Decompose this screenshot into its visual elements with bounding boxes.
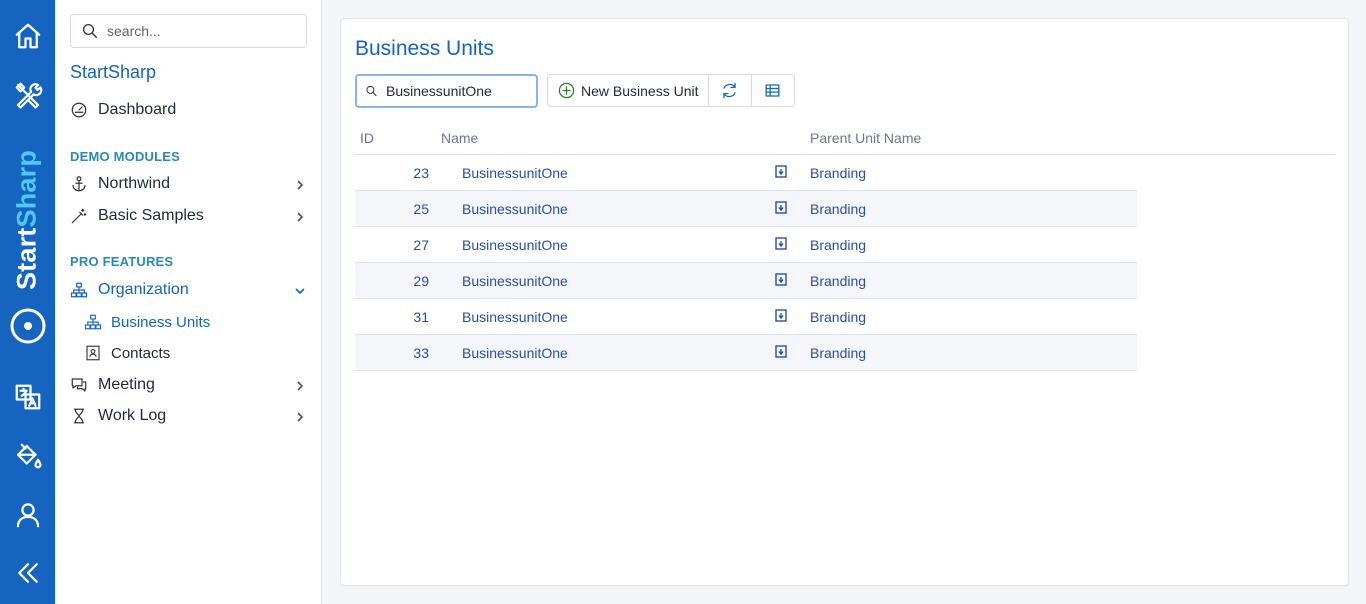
new-business-unit-button[interactable]: New Business Unit xyxy=(548,75,709,106)
sidebar-item-label: Organization xyxy=(98,281,189,298)
sidebar-item-label: Dashboard xyxy=(98,101,177,118)
app-rail: StartSharp xyxy=(0,0,55,604)
cell-name-link[interactable]: BusinessunitOne xyxy=(462,237,568,253)
sidebar-item-label: Meeting xyxy=(98,376,155,393)
chevron-right-icon xyxy=(294,178,306,190)
refresh-icon xyxy=(723,82,736,99)
tools-icon[interactable] xyxy=(0,73,55,117)
section-header-demo: DEMO MODULES xyxy=(70,149,181,164)
cell-id: 29 xyxy=(413,273,429,289)
sidebar-item-contacts[interactable]: Contacts xyxy=(84,341,304,365)
section-header-pro: PRO FEATURES xyxy=(70,254,174,269)
cell-name-link[interactable]: BusinessunitOne xyxy=(462,201,568,217)
column-picker-button[interactable] xyxy=(752,75,794,106)
edit-icon[interactable] xyxy=(775,273,789,287)
org-chart-icon xyxy=(70,281,88,299)
grid-header: ID Name Parent Unit Name xyxy=(355,122,1335,155)
cell-parent-link[interactable]: Branding xyxy=(810,201,866,217)
collapse-icon[interactable] xyxy=(0,551,55,595)
new-button-label: New Business Unit xyxy=(581,82,699,99)
column-picker-icon xyxy=(765,84,780,97)
sidebar-item-northwind[interactable]: Northwind xyxy=(70,170,310,198)
org-chart-icon xyxy=(84,313,102,331)
grid-toolbar: New Business Unit xyxy=(547,74,795,107)
gauge-icon xyxy=(70,101,88,119)
cell-id: 27 xyxy=(413,237,429,253)
cell-name-link[interactable]: BusinessunitOne xyxy=(462,273,568,289)
sidebar-item-business-units[interactable]: Business Units xyxy=(84,310,304,334)
cell-parent-link[interactable]: Branding xyxy=(810,237,866,253)
edit-icon[interactable] xyxy=(775,201,789,215)
paint-bucket-icon[interactable] xyxy=(0,434,55,478)
sidebar-item-label: Contacts xyxy=(111,344,171,362)
edit-icon[interactable] xyxy=(775,237,789,251)
magic-wand-icon xyxy=(70,207,88,225)
sidebar-item-label: Business Units xyxy=(111,313,211,331)
sidebar-search[interactable] xyxy=(70,14,307,48)
table-row[interactable]: 25 BusinessunitOne Branding xyxy=(355,191,1137,227)
sidebar-item-label: Work Log xyxy=(98,407,167,424)
home-icon[interactable] xyxy=(0,14,55,58)
edit-icon[interactable] xyxy=(775,165,789,179)
page-title: Business Units xyxy=(355,37,494,60)
sidebar-item-dashboard[interactable]: Dashboard xyxy=(70,96,310,124)
edit-icon[interactable] xyxy=(775,345,789,359)
quick-search[interactable] xyxy=(355,74,538,108)
brand-logo: StartSharp xyxy=(0,140,55,350)
sidebar-item-label: Northwind xyxy=(98,175,171,192)
cell-parent-link[interactable]: Branding xyxy=(810,309,866,325)
app-title[interactable]: StartSharp xyxy=(70,62,156,83)
chevron-right-icon xyxy=(294,410,306,422)
quick-search-input[interactable] xyxy=(386,83,536,99)
table-row[interactable]: 29 BusinessunitOne Branding xyxy=(355,263,1137,299)
brand-wordmark: StartSharp xyxy=(11,149,42,291)
edit-icon[interactable] xyxy=(775,309,789,323)
search-icon xyxy=(366,85,377,97)
chevron-right-icon xyxy=(294,379,306,391)
table-row[interactable]: 27 BusinessunitOne Branding xyxy=(355,227,1137,263)
sidebar-item-meeting[interactable]: Meeting xyxy=(70,371,310,399)
cell-parent-link[interactable]: Branding xyxy=(810,273,866,289)
column-header-id[interactable]: ID xyxy=(360,130,374,146)
cell-name-link[interactable]: BusinessunitOne xyxy=(462,165,568,181)
table-row[interactable]: 33 BusinessunitOne Branding xyxy=(355,335,1137,371)
refresh-button[interactable] xyxy=(709,75,752,106)
cell-id: 23 xyxy=(413,165,429,181)
chevron-right-icon xyxy=(294,210,306,222)
sidebar-item-organization[interactable]: Organization xyxy=(70,276,310,304)
sidebar-item-basic-samples[interactable]: Basic Samples xyxy=(70,202,310,230)
sidebar: StartSharp Dashboard DEMO MODULES Northw… xyxy=(55,0,322,604)
table-row[interactable]: 31 BusinessunitOne Branding xyxy=(355,299,1137,335)
search-icon xyxy=(82,23,98,39)
hourglass-icon xyxy=(70,407,88,425)
sidebar-item-label: Basic Samples xyxy=(98,207,204,224)
cell-name-link[interactable]: BusinessunitOne xyxy=(462,309,568,325)
table-row[interactable]: 23 BusinessunitOne Branding xyxy=(355,155,1137,191)
cell-id: 25 xyxy=(413,201,429,217)
plus-circle-icon xyxy=(558,82,575,99)
column-header-parent[interactable]: Parent Unit Name xyxy=(810,130,921,146)
user-icon[interactable] xyxy=(0,493,55,537)
cell-name-link[interactable]: BusinessunitOne xyxy=(462,345,568,361)
chat-icon xyxy=(70,376,88,394)
chevron-down-icon xyxy=(294,284,306,296)
column-header-name[interactable]: Name xyxy=(441,130,478,146)
contact-card-icon xyxy=(84,344,102,362)
swirl-logo-icon xyxy=(10,308,46,344)
translate-icon[interactable] xyxy=(0,375,55,419)
cell-parent-link[interactable]: Branding xyxy=(810,345,866,361)
anchor-icon xyxy=(70,175,88,193)
sidebar-search-input[interactable] xyxy=(107,23,297,39)
cell-parent-link[interactable]: Branding xyxy=(810,165,866,181)
cell-id: 31 xyxy=(413,309,429,325)
cell-id: 33 xyxy=(413,345,429,361)
main-panel: Business Units New Business Unit ID Name… xyxy=(340,18,1349,586)
sidebar-item-work-log[interactable]: Work Log xyxy=(70,402,310,430)
